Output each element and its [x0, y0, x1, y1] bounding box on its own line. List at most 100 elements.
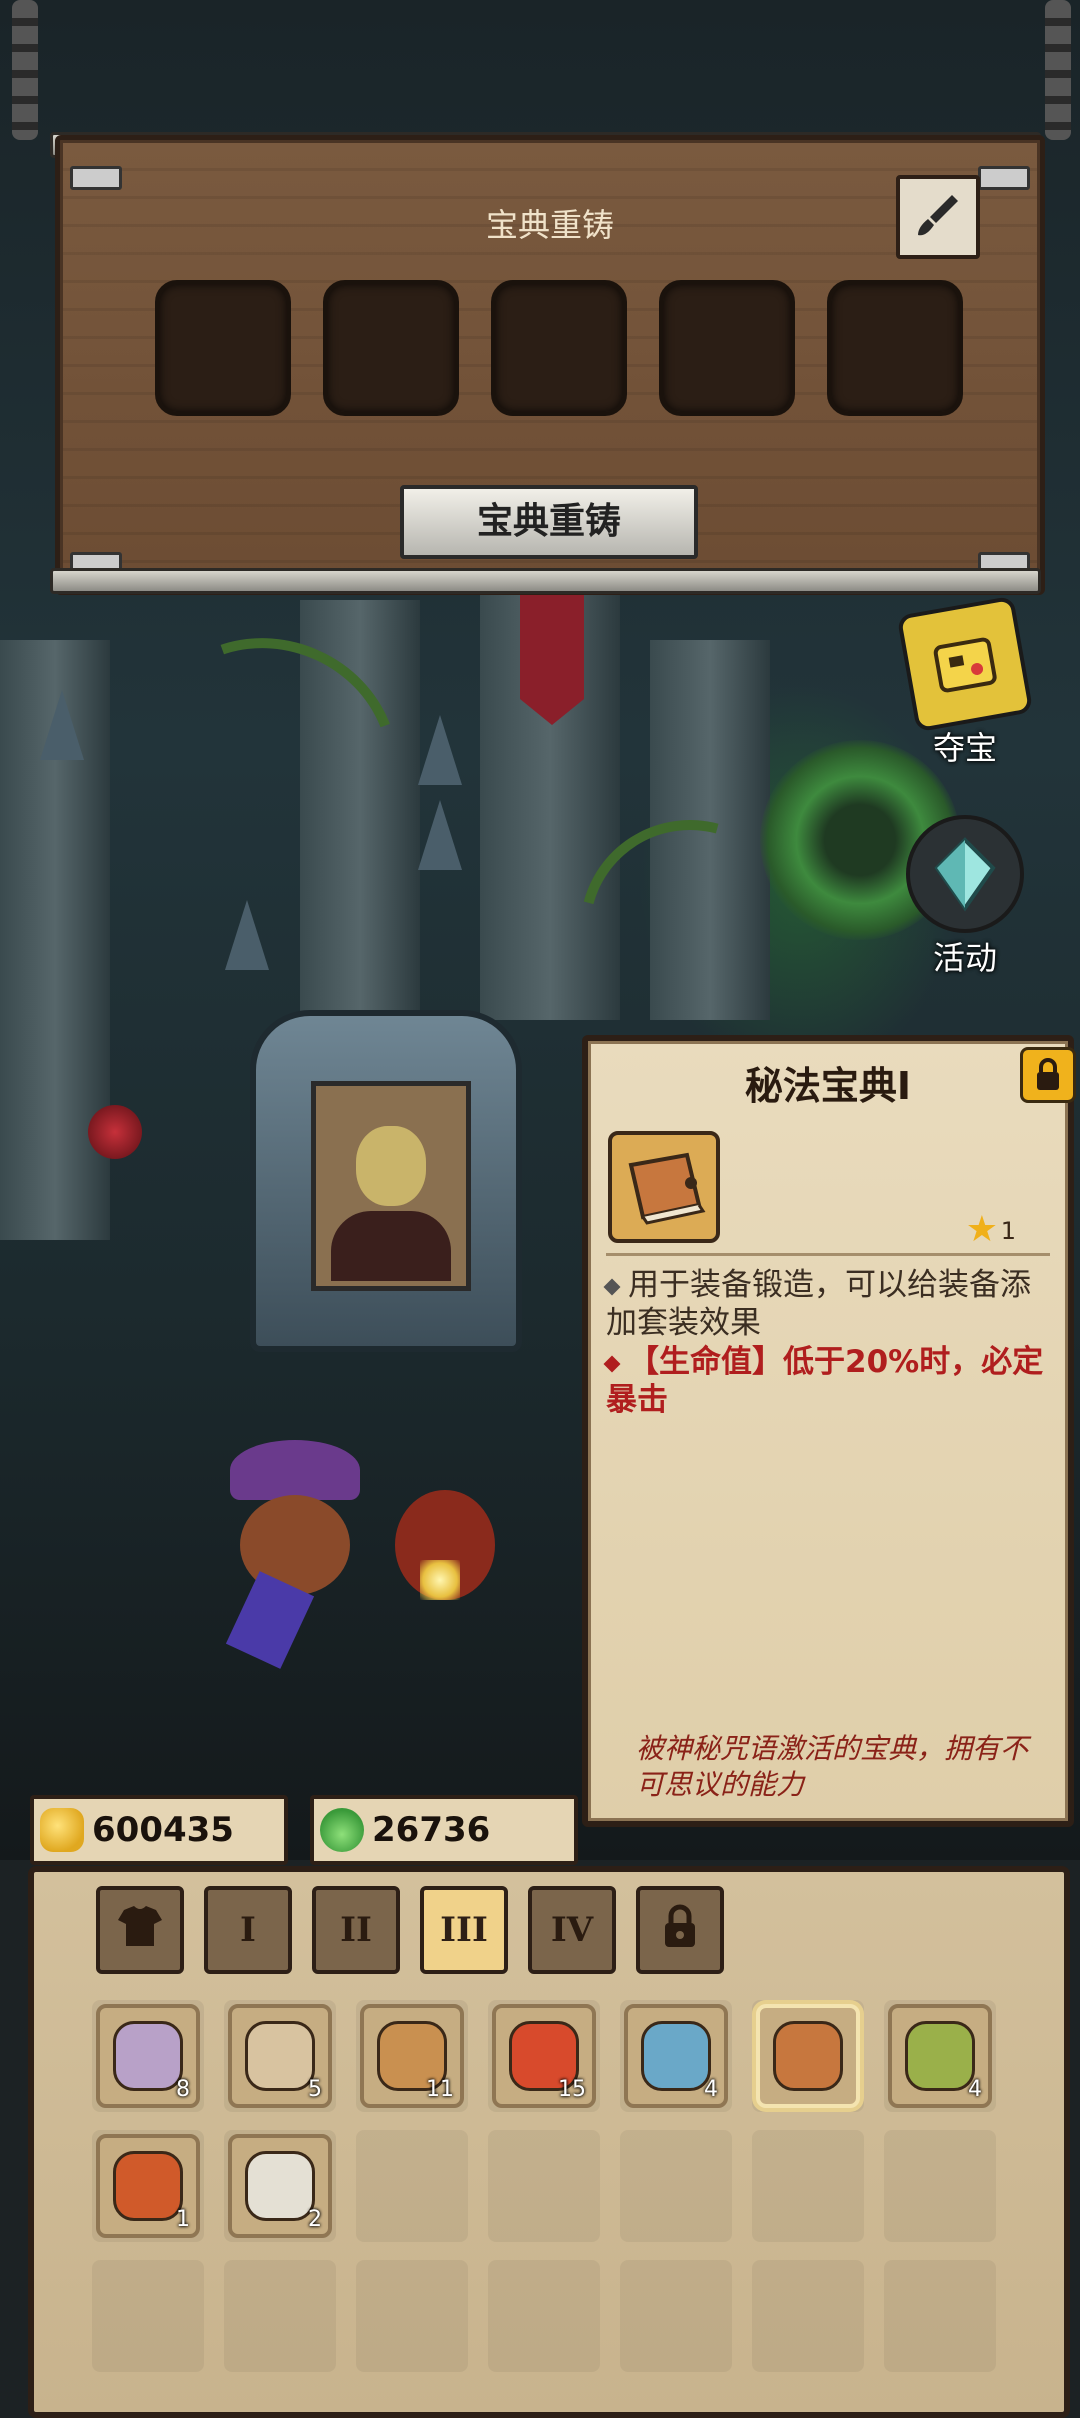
elf-face: [356, 1126, 426, 1206]
arcane-codex-icon: [773, 2021, 843, 2091]
material-slot[interactable]: 5: [224, 2000, 336, 2112]
arcane-codex-item[interactable]: [756, 2004, 860, 2108]
reforge-slot[interactable]: [155, 280, 291, 416]
material-slot[interactable]: [752, 2000, 864, 2112]
material-slot[interactable]: 8: [92, 2000, 204, 2112]
red-rose: [88, 1105, 142, 1159]
hero-witch: [210, 1440, 380, 1669]
elf-dress: [331, 1211, 451, 1281]
reforge-slot[interactable]: [491, 280, 627, 416]
empty-slot: [620, 2260, 732, 2372]
item-count: 1: [176, 2207, 190, 2232]
bone-item[interactable]: 2: [228, 2134, 332, 2238]
material-slot[interactable]: 11: [356, 2000, 468, 2112]
chain-right: [1045, 0, 1071, 140]
bone-icon: [245, 2151, 315, 2221]
soul-flame-icon: [320, 1808, 364, 1852]
item-flavor-text: 被神秘咒语激活的宝典，拥有不可思议的能力: [636, 1732, 1029, 1801]
gold-amount: 600435: [92, 1810, 234, 1850]
card-divider: [606, 1253, 1050, 1256]
green-moss-item[interactable]: 4: [888, 2004, 992, 2108]
iron-spike: [40, 690, 84, 760]
treasure-chest-icon: [896, 595, 1034, 733]
empty-slot: [356, 2130, 468, 2242]
reforge-slots: [155, 280, 963, 416]
tab-armor[interactable]: [96, 1886, 184, 1974]
arcane-codex-icon: [608, 1131, 720, 1243]
star-icon: ★: [965, 1209, 998, 1250]
material-slot[interactable]: 15: [488, 2000, 600, 2112]
bullet-icon: [603, 1355, 621, 1372]
lock-icon: [660, 1903, 700, 1958]
item-count: 11: [426, 2077, 454, 2102]
material-slot[interactable]: 1: [92, 2130, 204, 2242]
item-count: 4: [968, 2077, 982, 2102]
brush-icon: [912, 189, 964, 245]
red-gem-item[interactable]: 15: [492, 2004, 596, 2108]
reforge-button[interactable]: 宝典重铸: [400, 485, 698, 559]
item-detail-card: 秘法宝典Ⅰ ★ 1 用于装备锻造，可以给装备添加套装效果 【生命值】低于20%时…: [582, 1035, 1076, 1827]
empty-slot: [884, 2130, 996, 2242]
item-count: 5: [308, 2077, 322, 2102]
panel-rail-bottom: [50, 568, 1041, 594]
treasure-hunt-label: 夺宝: [932, 729, 997, 767]
item-count: 8: [176, 2077, 190, 2102]
tab-tier-3[interactable]: III: [420, 1886, 508, 1974]
codex-reforge-panel: 宝典重铸 宝典重铸: [55, 135, 1045, 595]
iron-spike: [418, 715, 462, 785]
item-description: 用于装备锻造，可以给装备添加套装效果: [603, 1266, 1044, 1342]
tab-tier-2[interactable]: II: [312, 1886, 400, 1974]
inventory-panel: I II III IV 8 5 11 15 4 4 1 2: [28, 1866, 1070, 2418]
armor-icon: [116, 1904, 164, 1957]
empty-slot: [488, 2260, 600, 2372]
description-text: 用于装备锻造，可以给装备添加套装效果: [606, 1267, 1031, 1341]
edit-button[interactable]: [896, 175, 980, 259]
blue-gem-icon: [641, 2021, 711, 2091]
gear-part-icon: [245, 2021, 315, 2091]
panel-title: 宝典重铸: [485, 206, 614, 244]
hero-girl: [385, 1490, 505, 1660]
empty-slot: [488, 2130, 600, 2242]
bullet-icon: [603, 1278, 621, 1295]
empty-slot: [752, 2260, 864, 2372]
rivet: [978, 166, 1030, 190]
empty-slot: [620, 2130, 732, 2242]
reforge-slot[interactable]: [827, 280, 963, 416]
material-slot[interactable]: 4: [884, 2000, 996, 2112]
material-slot[interactable]: 2: [224, 2130, 336, 2242]
material-slot[interactable]: 4: [620, 2000, 732, 2112]
tab-tier-4[interactable]: IV: [528, 1886, 616, 1974]
rivet: [70, 166, 122, 190]
tab-locked[interactable]: [636, 1886, 724, 1974]
inventory-tabs: I II III IV: [96, 1886, 724, 1974]
treasure-hunt-button[interactable]: 夺宝: [895, 595, 1035, 769]
tab-tier-1[interactable]: I: [204, 1886, 292, 1974]
soul-amount: 26736: [372, 1810, 491, 1850]
empty-slot: [224, 2260, 336, 2372]
reforge-slot[interactable]: [323, 280, 459, 416]
pearl-orb-item[interactable]: 8: [96, 2004, 200, 2108]
horn-item[interactable]: 11: [360, 2004, 464, 2108]
star-count: 1: [1000, 1217, 1016, 1245]
elf-lady-portrait: [311, 1081, 471, 1291]
event-button[interactable]: 活动: [895, 815, 1035, 979]
red-banner: [520, 595, 584, 725]
gear-part-item[interactable]: 5: [228, 2004, 332, 2108]
effect-text: 【生命值】低于20%时，必定暴击: [606, 1344, 1044, 1418]
pearl-orb-icon: [113, 2021, 183, 2091]
chain-left: [12, 0, 38, 140]
throne: [250, 1010, 522, 1352]
gold-ore-icon: [40, 1808, 84, 1852]
demon-eye-item[interactable]: 1: [96, 2134, 200, 2238]
material-grid: 8 5 11 15 4 4 1 2: [92, 2000, 996, 2372]
blue-gem-item[interactable]: 4: [624, 2004, 728, 2108]
reforge-slot[interactable]: [659, 280, 795, 416]
item-effect: 【生命值】低于20%时，必定暴击: [603, 1343, 1044, 1419]
item-name: 秘法宝典Ⅰ: [744, 1064, 912, 1108]
lock-icon[interactable]: [1020, 1047, 1076, 1103]
soul-counter: 26736: [310, 1795, 578, 1865]
empty-slot: [92, 2260, 204, 2372]
empty-slot: [752, 2130, 864, 2242]
green-moss-icon: [905, 2021, 975, 2091]
empty-slot: [356, 2260, 468, 2372]
